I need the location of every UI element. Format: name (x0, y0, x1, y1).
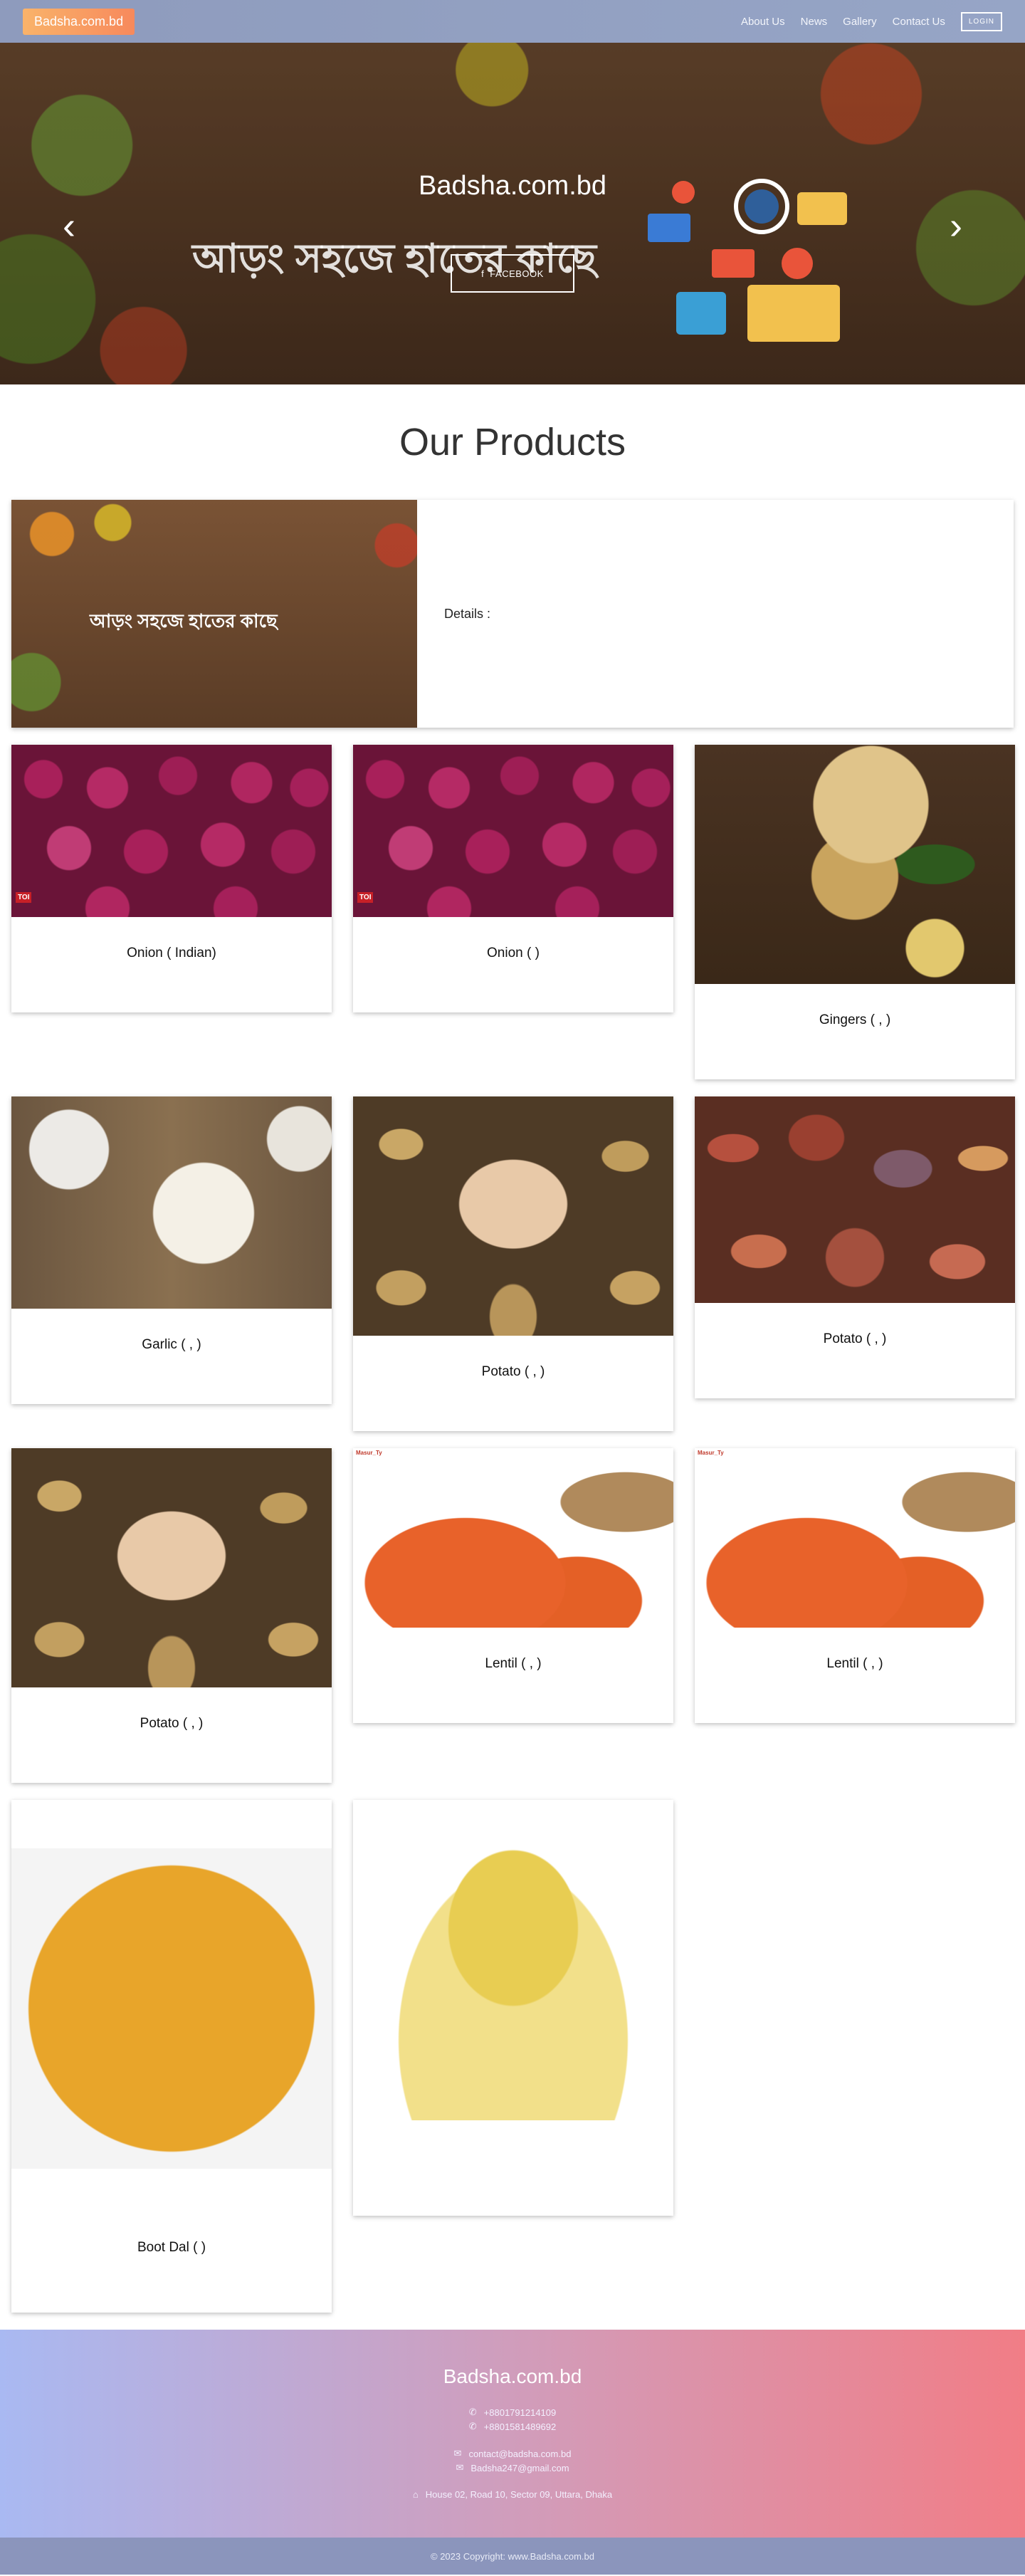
product-name: Onion ( Indian) (127, 946, 216, 960)
product-image: TOI (353, 745, 673, 917)
product-image (695, 745, 1015, 984)
hero-carousel: আড়ং সহজে হাতের কাছে Badsha.com.bd f FAC… (0, 43, 1025, 384)
carousel-next-button[interactable]: › (950, 206, 962, 245)
product-name (353, 2120, 673, 2149)
toi-badge: TOI (357, 892, 374, 903)
product-card[interactable]: Potato ( , ) (695, 1096, 1015, 1398)
footer-phone[interactable]: ✆ +8801581489692 (0, 2421, 1025, 2432)
envelope-icon: ✉ (453, 2448, 462, 2459)
featured-logo-text: আড়ং সহজে হাতের কাছে (90, 610, 278, 632)
product-card[interactable] (353, 1800, 673, 2216)
product-card[interactable]: Potato ( , ) (11, 1448, 332, 1783)
product-name: Onion ( ) (487, 946, 540, 960)
product-name: Boot Dal ( ) (137, 2240, 206, 2255)
phone-icon: ✆ (468, 2421, 477, 2431)
carousel-prev-button[interactable]: ‹ (63, 206, 75, 245)
nav-link-about[interactable]: About Us (741, 16, 785, 28)
product-name: Potato ( , ) (481, 1364, 545, 1379)
navbar: Badsha.com.bd About Us News Gallery Cont… (0, 0, 1025, 43)
product-image (11, 1848, 332, 2169)
phone-icon: ✆ (468, 2407, 477, 2417)
section-title: Our Products (399, 421, 626, 464)
featured-card[interactable]: আড়ং সহজে হাতের কাছে Details : (11, 500, 1014, 728)
copyright-text: © 2023 Copyright: www.Badsha.com.bd (431, 2550, 594, 2562)
nav-links: About Us News Gallery Contact Us LOGIN (741, 11, 1002, 31)
product-card[interactable]: Garlic ( , ) (11, 1096, 332, 1404)
product-name: Potato ( , ) (140, 1716, 204, 1731)
phone-number: +8801581489692 (483, 2421, 557, 2432)
footer-address: ⌂ House 02, Road 10, Sector 09, Uttara, … (0, 2489, 1025, 2500)
product-image: TOI (11, 745, 332, 917)
image-spacer (11, 1800, 332, 1848)
nav-link-contact[interactable]: Contact Us (893, 16, 945, 28)
brand-logo[interactable]: Badsha.com.bd (23, 8, 135, 35)
product-name: Lentil ( , ) (826, 1656, 883, 1671)
facebook-label: FACEBOOK (490, 268, 544, 279)
email-address: contact@badsha.com.bd (468, 2448, 572, 2459)
product-card[interactable]: TOI Onion ( ) (353, 745, 673, 1012)
image-watermark: Masur_Ty (698, 1450, 724, 1456)
product-grid: TOI Onion ( Indian) TOI Onion ( ) Ginger… (0, 745, 1025, 2313)
chevron-left-icon: ‹ (63, 204, 75, 247)
product-name: Garlic ( , ) (142, 1337, 201, 1352)
envelope-icon: ✉ (456, 2462, 464, 2473)
facebook-icon: f (481, 268, 485, 279)
copyright-bar: © 2023 Copyright: www.Badsha.com.bd (0, 2538, 1025, 2575)
footer: Badsha.com.bd ✆ +8801791214109 ✆ +880158… (0, 2330, 1025, 2538)
product-name: Potato ( , ) (823, 1331, 887, 1346)
product-image: Masur_Ty (353, 1448, 673, 1628)
product-image (695, 1096, 1015, 1303)
product-image (11, 1448, 332, 1687)
product-image (353, 1800, 673, 2120)
footer-email[interactable]: ✉ contact@badsha.com.bd (0, 2448, 1025, 2459)
product-image (353, 1096, 673, 1336)
login-button[interactable]: LOGIN (960, 11, 1002, 31)
email-address: Badsha247@gmail.com (471, 2462, 569, 2473)
address-text: House 02, Road 10, Sector 09, Uttara, Dh… (425, 2489, 613, 2500)
image-watermark: Masur_Ty (356, 1450, 382, 1456)
featured-details: Details : (444, 606, 491, 621)
nav-link-news[interactable]: News (801, 16, 828, 28)
footer-email[interactable]: ✉ Badsha247@gmail.com (0, 2462, 1025, 2473)
product-name: Gingers ( , ) (819, 1012, 891, 1027)
product-card[interactable]: Gingers ( , ) (695, 745, 1015, 1079)
featured-image: আড়ং সহজে হাতের কাছে (11, 500, 417, 728)
nav-link-gallery[interactable]: Gallery (843, 16, 877, 28)
product-image: Masur_Ty (695, 1448, 1015, 1628)
product-image (11, 1096, 332, 1309)
toi-badge: TOI (16, 892, 32, 903)
footer-title: Badsha.com.bd (443, 2365, 582, 2387)
product-card[interactable]: Potato ( , ) (353, 1096, 673, 1431)
chevron-right-icon: › (950, 204, 962, 247)
product-name: Lentil ( , ) (485, 1656, 542, 1671)
product-card[interactable]: Boot Dal ( ) (11, 1800, 332, 2313)
product-card[interactable]: Masur_Ty Lentil ( , ) (695, 1448, 1015, 1723)
product-card[interactable]: TOI Onion ( Indian) (11, 745, 332, 1012)
home-icon: ⌂ (412, 2489, 419, 2500)
facebook-button[interactable]: f FACEBOOK (451, 254, 574, 293)
hero-title: Badsha.com.bd (418, 171, 607, 201)
product-card[interactable]: Masur_Ty Lentil ( , ) (353, 1448, 673, 1723)
footer-phone[interactable]: ✆ +8801791214109 (0, 2407, 1025, 2418)
phone-number: +8801791214109 (483, 2407, 557, 2418)
